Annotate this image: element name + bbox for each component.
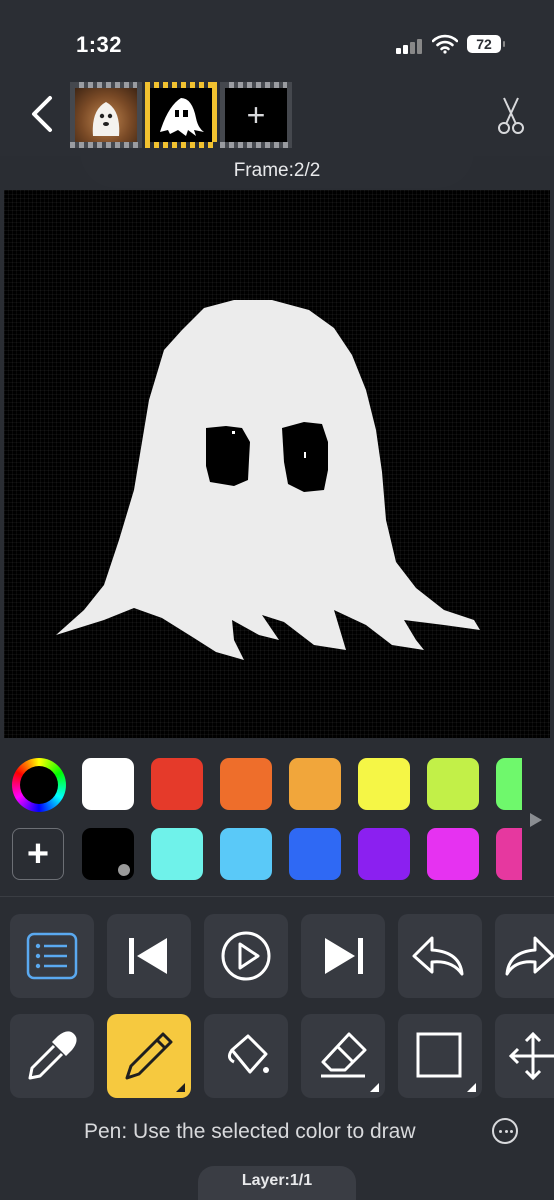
first-frame-button[interactable]	[107, 914, 191, 998]
color-swatch[interactable]	[427, 828, 479, 880]
color-swatch[interactable]	[358, 828, 410, 880]
clock: 1:32	[76, 32, 123, 57]
color-wheel-button[interactable]	[12, 758, 66, 812]
color-swatch[interactable]	[151, 828, 203, 880]
skip-forward-icon	[325, 938, 363, 974]
chevron-left-icon	[32, 96, 52, 132]
move-button[interactable]	[495, 1014, 554, 1098]
color-swatch[interactable]	[151, 758, 203, 810]
eyedropper-button[interactable]	[10, 1014, 94, 1098]
drawing-canvas[interactable]	[4, 190, 550, 738]
submenu-indicator	[370, 1083, 379, 1092]
color-swatch[interactable]	[358, 758, 410, 810]
selected-indicator	[118, 864, 130, 876]
tool-hint-text: Pen: Use the selected color to draw	[84, 1120, 416, 1143]
rectangle-button[interactable]	[398, 1014, 482, 1098]
paint-bucket-icon	[227, 1034, 269, 1074]
eraser-button[interactable]	[301, 1014, 385, 1098]
signal-icon	[396, 36, 426, 54]
color-swatch[interactable]	[220, 828, 272, 880]
color-swatch[interactable]	[289, 828, 341, 880]
skip-back-icon	[129, 938, 167, 974]
wifi-icon	[431, 34, 459, 54]
color-swatch[interactable]	[496, 758, 522, 810]
battery-icon: 72	[467, 35, 505, 53]
eyedropper-icon	[28, 1031, 77, 1080]
ghost-figure-icon	[92, 102, 120, 136]
scissors-button[interactable]	[496, 96, 526, 136]
undo-icon	[412, 936, 464, 976]
frame-bar: +	[0, 80, 554, 156]
plus-icon: +	[246, 96, 266, 133]
color-palette: +	[0, 740, 554, 892]
redo-button[interactable]	[495, 914, 554, 998]
layers-list-button[interactable]	[10, 914, 94, 998]
color-swatch[interactable]	[82, 758, 134, 810]
scissors-icon	[498, 97, 524, 134]
play-icon	[221, 931, 271, 981]
submenu-indicator	[176, 1083, 185, 1092]
more-options-icon[interactable]	[492, 1118, 518, 1144]
back-button[interactable]	[26, 94, 60, 134]
color-swatch[interactable]	[220, 758, 272, 810]
fill-bucket-button[interactable]	[204, 1014, 288, 1098]
submenu-indicator	[467, 1083, 476, 1092]
layer-tab[interactable]: Layer:1/1	[198, 1166, 356, 1200]
ghost-icon	[160, 98, 204, 136]
pencil-button[interactable]	[107, 1014, 191, 1098]
selected-color-swatch[interactable]	[82, 828, 134, 880]
frame-counter: Frame:2/2	[233, 160, 321, 181]
undo-button[interactable]	[398, 914, 482, 998]
frame-thumbnail-1[interactable]	[70, 82, 142, 148]
list-icon	[26, 932, 78, 980]
divider	[0, 896, 554, 897]
palette-scroll-icon[interactable]	[530, 813, 542, 827]
color-swatch[interactable]	[289, 758, 341, 810]
move-icon	[508, 1031, 554, 1081]
add-color-button[interactable]: +	[12, 828, 64, 880]
play-button[interactable]	[204, 914, 288, 998]
color-swatch[interactable]	[496, 828, 522, 880]
tool-hint: Pen: Use the selected color to draw	[0, 1118, 554, 1150]
last-frame-button[interactable]	[301, 914, 385, 998]
frame-thumbnail-2[interactable]	[145, 82, 217, 148]
frame-indicator: Frame:2/2	[80, 152, 474, 188]
redo-icon	[505, 936, 554, 976]
status-bar: 1:32 72	[0, 0, 554, 80]
layer-counter: Layer:1/1	[241, 1172, 313, 1189]
ghost-drawing	[56, 300, 480, 660]
color-swatch[interactable]	[427, 758, 479, 810]
add-frame-button[interactable]: +	[220, 82, 292, 148]
